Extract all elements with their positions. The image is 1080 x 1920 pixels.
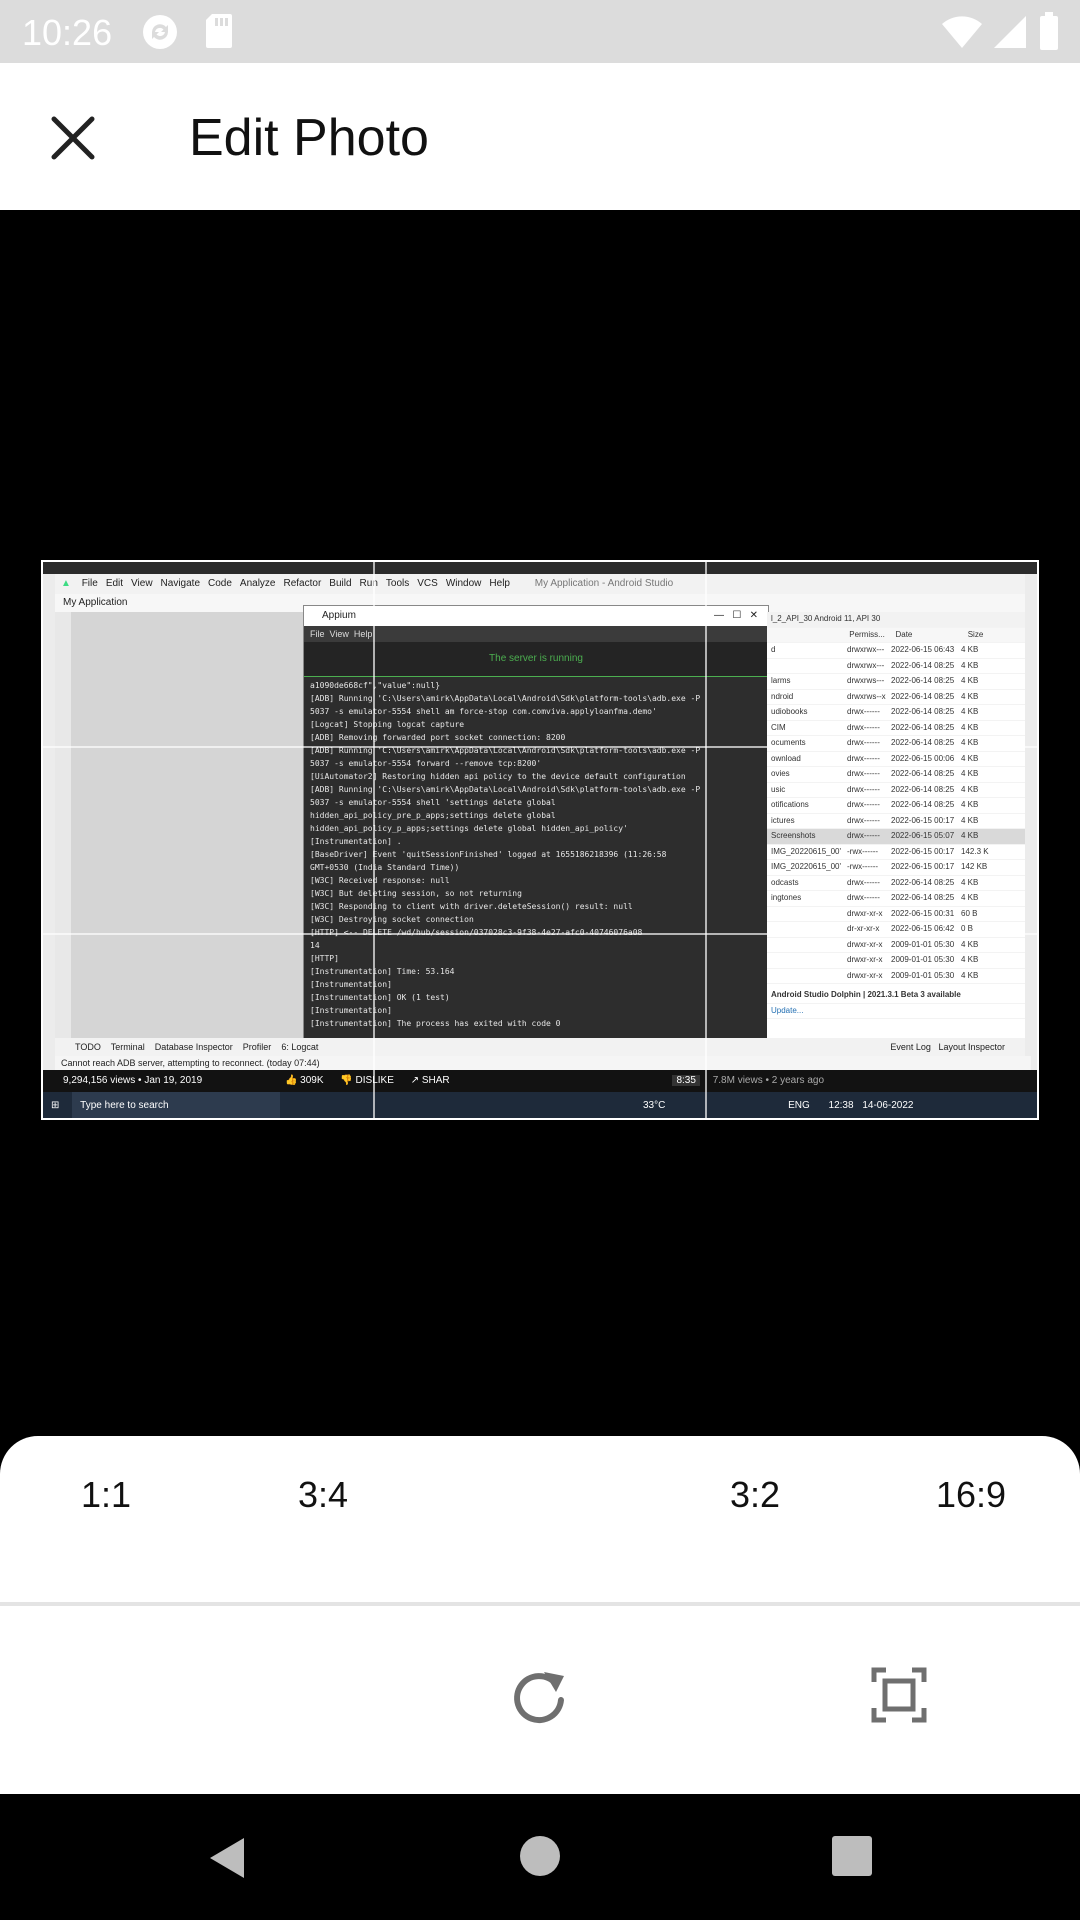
crop-grid-line — [705, 560, 707, 1120]
file-explorer-row: drwxr-xr-x 2009-01-01 05:30 4 KB — [767, 969, 1025, 984]
aspect-ratio-sheet: 1:1 3:4 3:2 16:9 — [0, 1436, 1080, 1606]
file-explorer-row: udiobooks drwx------ 2022-06-14 08:25 4 KB — [767, 705, 1025, 721]
file-explorer-row: IMG_20220615_00' -rwx------ 2022-06-15 00:… — [767, 860, 1025, 876]
sync-icon — [143, 15, 177, 49]
ratio-16-9-button[interactable]: 16:9 — [936, 1474, 1006, 1516]
ratio-1-1-button[interactable]: 1:1 — [81, 1474, 131, 1516]
home-icon[interactable] — [518, 1834, 562, 1878]
image-youtube-bar: 9,294,156 views • Jan 19, 2019 👍 309K 👎 … — [41, 1070, 1039, 1092]
image-windows-taskbar: ⊞ Type here to search 33°C ENG 12:38 14-… — [41, 1092, 1039, 1120]
file-explorer-row: ingtones drwx------ 2022-06-14 08:25 4 KB — [767, 891, 1025, 907]
fit-screen-icon[interactable] — [870, 1666, 928, 1724]
file-explorer-row: ovies drwx------ 2022-06-14 08:25 4 KB — [767, 767, 1025, 783]
status-time: 10:26 — [22, 12, 113, 53]
file-explorer-row: drwxr-xr-x 2022-06-15 00:31 60 B — [767, 907, 1025, 922]
file-explorer-row: CIM drwx------ 2022-06-14 08:25 4 KB — [767, 721, 1025, 736]
cellular-icon — [994, 16, 1026, 48]
edit-tools-bar — [0, 1606, 1080, 1794]
sd-card-icon — [206, 14, 232, 48]
battery-icon — [1040, 12, 1058, 50]
status-bar: 10:26 — [0, 0, 1080, 63]
file-explorer-row: drwxr-xr-x 2009-01-01 05:30 4 KB — [767, 938, 1025, 953]
file-explorer-row: ownload drwx------ 2022-06-15 00:06 4 KB — [767, 752, 1025, 767]
image-ide-status: Cannot reach ADB server, attempting to r… — [55, 1056, 1031, 1070]
file-explorer-row: usic drwx------ 2022-06-14 08:25 4 KB — [767, 783, 1025, 798]
back-icon[interactable] — [204, 1834, 252, 1882]
file-explorer-row: larms drwxrws--- 2022-06-14 08:25 4 KB — [767, 674, 1025, 690]
file-explorer-row: ocuments drwx------ 2022-06-14 08:25 4 KB — [767, 736, 1025, 752]
image-ide-bottom-tools: TODO Terminal Database Inspector Profile… — [55, 1038, 1025, 1056]
close-icon[interactable] — [40, 105, 106, 171]
file-explorer-row: ndroid drwxrws--x 2022-06-14 08:25 4 KB — [767, 690, 1025, 705]
system-nav-bar — [0, 1794, 1080, 1920]
ratio-3-4-button[interactable]: 3:4 — [298, 1474, 348, 1516]
file-explorer-row: Screenshots drwx------ 2022-06-15 05:07 4 K… — [767, 829, 1025, 845]
image-browser-tabs — [41, 560, 1039, 574]
image-ide-menubar: ▲ File Edit View Navigate Code Analyze Refacto… — [55, 574, 1025, 594]
file-explorer-row: drwxrwx--- 2022-06-14 08:25 4 KB — [767, 659, 1025, 674]
crop-grid-line — [41, 746, 1039, 748]
recents-icon[interactable] — [830, 1834, 874, 1878]
photo-image[interactable]: ▲ File Edit View Navigate Code Analyze Refacto… — [41, 560, 1039, 1120]
page-title: Edit Photo — [189, 109, 429, 167]
file-explorer-row: drwxr-xr-x 2009-01-01 05:30 4 KB — [767, 953, 1025, 969]
file-explorer-row: ictures drwx------ 2022-06-15 00:17 4 KB — [767, 814, 1025, 829]
crop-grid-line — [373, 560, 375, 1120]
ratio-3-2-button[interactable]: 3:2 — [730, 1474, 780, 1516]
file-explorer-row: odcasts drwx------ 2022-06-14 08:25 4 KB — [767, 876, 1025, 891]
file-explorer-row: IMG_20220615_00' -rwx------ 2022-06-15 00:… — [767, 845, 1025, 860]
file-explorer-row: dr-xr-xr-x 2022-06-15 06:42 0 B — [767, 922, 1025, 938]
crop-grid-line — [41, 933, 1039, 935]
wifi-icon — [942, 16, 982, 48]
rotate-icon[interactable] — [510, 1666, 570, 1726]
file-explorer-row: d drwxrwx--- 2022-06-15 06:43 4 KB — [767, 643, 1025, 659]
image-device-file-explorer: l_2_API_30 Android 11, API 30 Permiss...… — [767, 612, 1025, 1038]
file-explorer-row: otifications drwx------ 2022-06-14 08:25 4 … — [767, 798, 1025, 814]
image-tool-strip — [55, 612, 71, 1038]
image-project-panel — [71, 612, 303, 1038]
app-bar: Edit Photo — [0, 63, 1080, 210]
